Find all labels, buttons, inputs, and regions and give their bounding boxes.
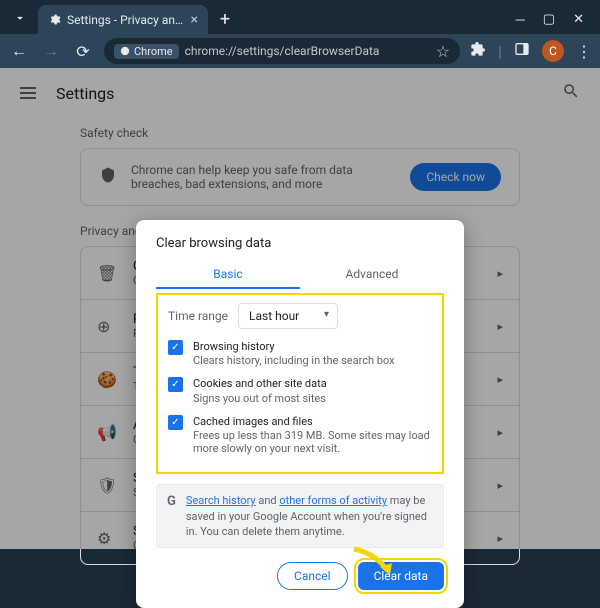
- checkbox-title: Cached images and files: [193, 414, 432, 429]
- dialog-title: Clear browsing data: [156, 236, 444, 251]
- address-bar-url: chrome://settings/clearBrowserData: [185, 44, 430, 58]
- close-window-button[interactable]: ✕: [573, 12, 584, 28]
- back-button[interactable]: ←: [8, 41, 30, 61]
- close-tab-icon[interactable]: ×: [191, 12, 198, 28]
- chrome-chip: Chrome: [114, 44, 179, 59]
- tab-advanced[interactable]: Advanced: [300, 261, 444, 289]
- google-account-notice: G Search history and other forms of acti…: [156, 484, 444, 548]
- checkbox-title: Cookies and other site data: [193, 376, 327, 391]
- checkbox[interactable]: [168, 340, 183, 355]
- browser-tab-title: Settings - Privacy and security: [67, 13, 185, 27]
- window-titlebar: Settings - Privacy and security × + ─ ▢ …: [0, 0, 600, 34]
- time-range-label: Time range: [168, 309, 228, 323]
- cancel-button[interactable]: Cancel: [277, 562, 348, 590]
- tab-basic[interactable]: Basic: [156, 261, 300, 289]
- tab-search-dropdown[interactable]: [8, 6, 32, 30]
- forward-button: →: [40, 41, 62, 61]
- new-tab-button[interactable]: +: [212, 6, 238, 32]
- checkbox-sub: Signs you out of most sites: [193, 392, 327, 405]
- checkbox-title: Browsing history: [193, 339, 395, 354]
- browser-tab[interactable]: Settings - Privacy and security ×: [38, 5, 208, 34]
- checkbox[interactable]: [168, 415, 183, 430]
- address-bar[interactable]: Chrome chrome://settings/clearBrowserDat…: [104, 38, 460, 64]
- maximize-button[interactable]: ▢: [543, 12, 555, 28]
- window-controls: ─ ▢ ✕: [516, 12, 592, 28]
- time-range-select[interactable]: Last hour: [238, 303, 338, 329]
- reload-button[interactable]: ⟳: [72, 42, 94, 61]
- checkbox-row: Cached images and filesFrees up less tha…: [168, 414, 432, 455]
- checkbox-row: Cookies and other site dataSigns you out…: [168, 376, 432, 404]
- bookmark-star-icon[interactable]: ☆: [436, 42, 450, 61]
- kebab-menu-icon[interactable]: ⋮: [576, 42, 592, 61]
- checkbox-sub: Frees up less than 319 MB. Some sites ma…: [193, 429, 432, 455]
- profile-avatar[interactable]: C: [542, 40, 564, 62]
- gear-icon: [48, 13, 61, 27]
- clear-browsing-data-dialog: Clear browsing data Basic Advanced Time …: [136, 220, 464, 608]
- checkbox-sub: Clears history, including in the search …: [193, 354, 395, 367]
- extensions-icon[interactable]: [470, 41, 486, 61]
- clear-data-button[interactable]: Clear data: [358, 562, 444, 590]
- search-history-link[interactable]: Search history: [186, 494, 256, 507]
- highlighted-options: Time range Last hour Browsing historyCle…: [156, 293, 444, 474]
- settings-page: Settings Safety check Chrome can help ke…: [0, 68, 600, 549]
- minimize-button[interactable]: ─: [516, 12, 525, 28]
- checkbox[interactable]: [168, 377, 183, 392]
- browser-toolbar: ← → ⟳ Chrome chrome://settings/clearBrow…: [0, 34, 600, 68]
- side-panel-icon[interactable]: [514, 41, 530, 61]
- checkbox-row: Browsing historyClears history, includin…: [168, 339, 432, 367]
- google-g-icon: G: [167, 493, 176, 539]
- other-activity-link[interactable]: other forms of activity: [279, 494, 387, 507]
